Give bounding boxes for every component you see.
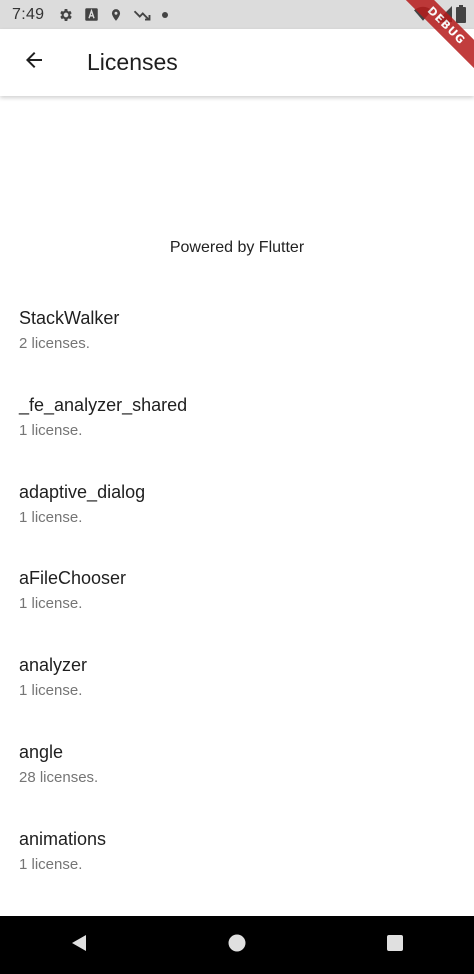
status-icons-right — [414, 5, 466, 23]
back-button[interactable] — [14, 43, 54, 83]
package-name: aFileChooser — [19, 568, 127, 589]
license-count: 1 license. — [19, 682, 83, 700]
licenses-screen: 7:49 DEBUG Licenses Powered by Flutter S… — [0, 0, 474, 974]
package-list: StackWalker 2 licenses. _fe_analyzer_sha… — [0, 296, 474, 904]
license-count: 28 licenses. — [19, 768, 99, 786]
license-count: 1 license. — [19, 595, 83, 613]
status-bar: 7:49 — [0, 0, 474, 29]
list-item[interactable]: _fe_analyzer_shared 1 license. — [0, 383, 474, 470]
wifi-icon — [414, 6, 432, 22]
home-circle-icon — [227, 933, 247, 958]
nav-home-button[interactable] — [207, 916, 267, 974]
license-count: 1 license. — [19, 508, 83, 526]
package-name: angle — [19, 741, 64, 762]
package-name: animations — [19, 828, 107, 849]
package-name: _fe_analyzer_shared — [19, 394, 188, 415]
recents-square-icon — [385, 933, 405, 958]
gear-icon — [58, 7, 74, 23]
list-item[interactable]: StackWalker 2 licenses. — [0, 296, 474, 383]
page-title: Licenses — [87, 49, 178, 75]
license-count: 2 licenses. — [19, 335, 90, 352]
status-icons-left — [58, 7, 169, 23]
license-count: 1 license. — [19, 421, 83, 439]
list-item[interactable]: angle 28 licenses. — [0, 730, 474, 817]
list-item[interactable]: aFileChooser 1 license. — [0, 556, 474, 643]
app-bar: Licenses — [0, 29, 474, 96]
signal-trend-icon — [133, 8, 151, 22]
nav-recents-button[interactable] — [365, 916, 425, 974]
a-icon — [84, 7, 99, 22]
nav-back-button[interactable] — [49, 916, 109, 974]
cell-signal-icon — [436, 6, 452, 22]
package-name: adaptive_dialog — [19, 481, 146, 502]
location-icon — [109, 7, 123, 23]
powered-by-text: Powered by Flutter — [169, 239, 305, 256]
list-item[interactable]: analyzer 1 license. — [0, 643, 474, 730]
status-time: 7:49 — [12, 5, 45, 23]
system-nav-bar — [0, 916, 474, 974]
list-item[interactable]: adaptive_dialog 1 license. — [0, 470, 474, 557]
package-name: analyzer — [19, 655, 88, 676]
package-name: StackWalker — [19, 308, 120, 328]
licenses-content[interactable]: Powered by Flutter StackWalker 2 license… — [0, 96, 474, 916]
list-item[interactable]: animations 1 license. — [0, 817, 474, 904]
license-count: 1 license. — [19, 855, 83, 873]
back-triangle-icon — [69, 933, 89, 958]
battery-icon — [456, 5, 466, 23]
dot-icon — [161, 11, 169, 19]
arrow-back-icon — [22, 48, 46, 77]
